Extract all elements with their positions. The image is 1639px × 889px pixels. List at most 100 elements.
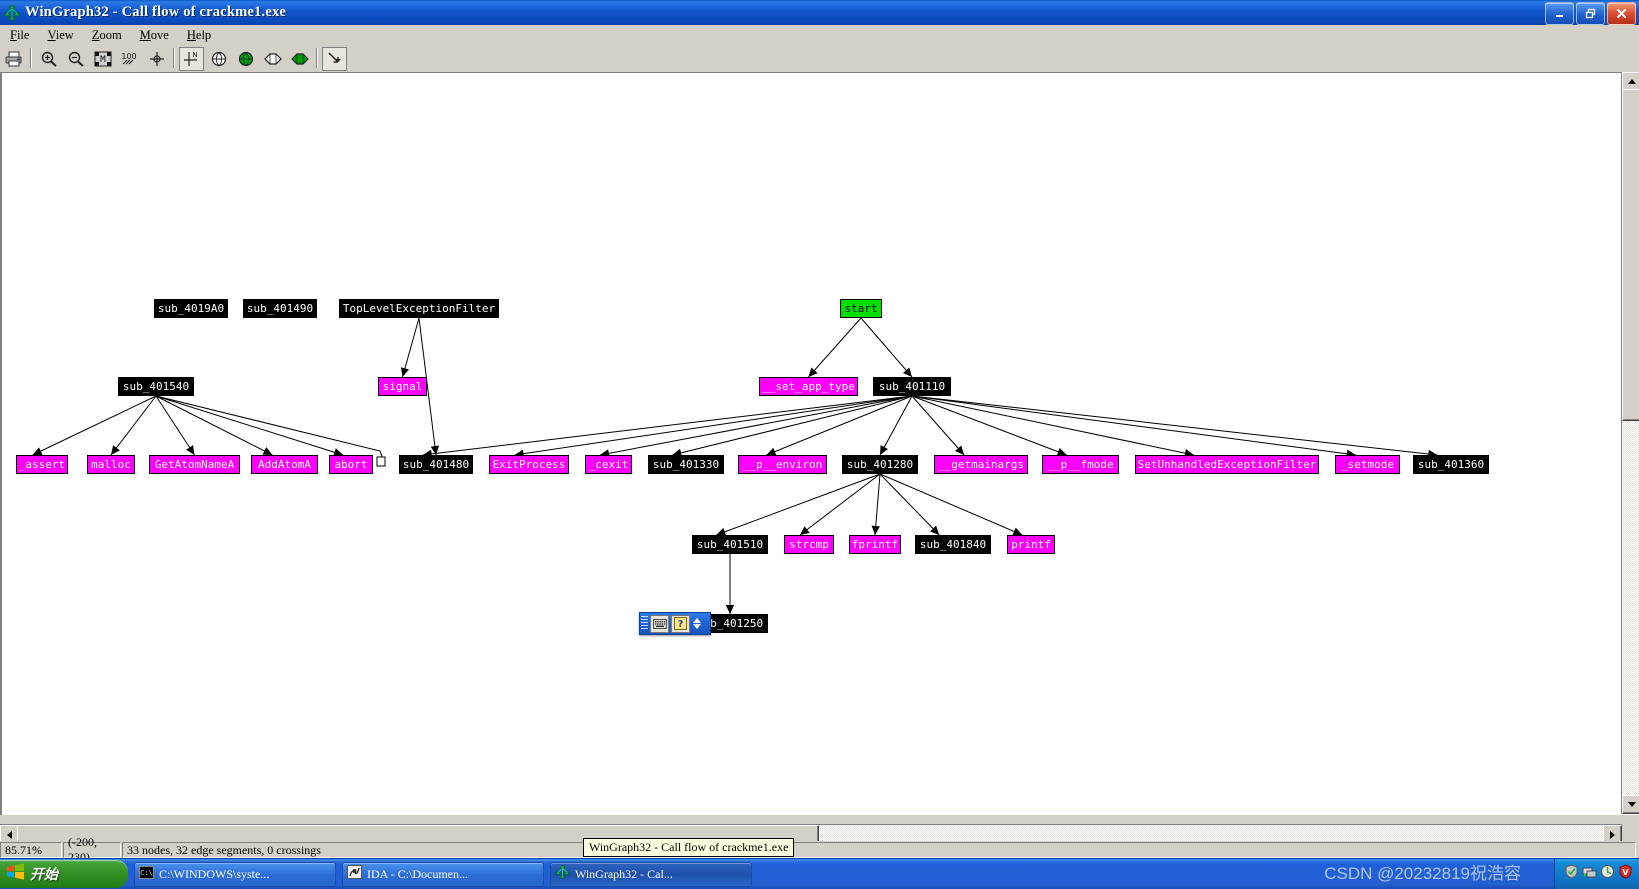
- fish-filled-icon[interactable]: [287, 46, 312, 71]
- vertical-scroll-thumb[interactable]: [1622, 89, 1639, 421]
- update-icon[interactable]: [1600, 864, 1615, 884]
- graph-node-sub_401840[interactable]: sub_401840: [915, 535, 991, 554]
- zoom-100-icon[interactable]: 100: [117, 46, 142, 71]
- graph-node-label: sub_401110: [878, 380, 946, 393]
- toolbar-separator-3: [313, 48, 321, 70]
- status-bar: 85.71% (-200, 230) 33 nodes, 32 edge seg…: [0, 835, 1639, 864]
- fish-outline-icon[interactable]: [260, 46, 285, 71]
- graph-node-label: GetAtomNameA: [154, 458, 235, 471]
- zoom-in-icon[interactable]: [36, 46, 61, 71]
- svg-text:100: 100: [121, 52, 136, 61]
- svg-text:N: N: [192, 51, 197, 59]
- graph-node-label: sub_401840: [919, 538, 987, 551]
- graph-node-_assert[interactable]: _assert: [16, 455, 68, 474]
- graph-canvas[interactable]: sub_4019A0 sub_401490 TopLevelExceptionFil…: [0, 72, 1639, 815]
- graph-node-printf[interactable]: printf: [1007, 535, 1055, 554]
- taskbar-item-wingraph32[interactable]: WinGraph32 - Cal...: [550, 861, 752, 887]
- globe-outline-icon[interactable]: [206, 46, 231, 71]
- graph-node-signal[interactable]: signal: [378, 377, 427, 396]
- antivirus-icon[interactable]: V: [1618, 864, 1633, 884]
- graph-node-sub_401330[interactable]: sub_401330: [648, 455, 724, 474]
- restore-button[interactable]: [1576, 2, 1605, 25]
- horizontal-scrollbar[interactable]: [0, 824, 1622, 844]
- graph-node-fprintf[interactable]: fprintf: [849, 535, 901, 554]
- graph-node-label: malloc: [91, 458, 131, 471]
- graph-node-abort[interactable]: abort: [329, 455, 373, 474]
- taskbar-item-label: C:\WINDOWS\syste...: [159, 866, 270, 881]
- taskbar-item-label: WinGraph32 - Cal...: [575, 866, 673, 881]
- graph-node-ExitProcess[interactable]: ExitProcess: [489, 455, 569, 474]
- graph-node-malloc[interactable]: malloc: [87, 455, 135, 474]
- graph-node-label: sub_4019A0: [157, 302, 225, 315]
- start-label: 开始: [30, 868, 58, 883]
- graph-node-label: __p__fmode: [1047, 458, 1114, 471]
- menu-file[interactable]: File: [2, 27, 37, 44]
- graph-node-SetUnhandledExceptionFilter[interactable]: SetUnhandledExceptionFilter: [1135, 455, 1319, 474]
- graph-node-sub_401280[interactable]: sub_401280: [842, 455, 918, 474]
- minimize-button[interactable]: [1545, 2, 1574, 25]
- arrow-pointer-icon[interactable]: [322, 46, 347, 71]
- svg-text:M: M: [100, 55, 106, 65]
- taskbar-item-ida[interactable]: IDA - C:\Documen...: [342, 861, 544, 887]
- help-icon[interactable]: ?: [671, 614, 690, 633]
- graph-node-sub_401480[interactable]: sub_401480: [399, 455, 473, 474]
- graph-node-label: fprintf: [851, 538, 899, 551]
- title-bar: WinGraph32 - Call flow of crackme1.exe: [0, 0, 1639, 25]
- shield-icon[interactable]: [1564, 864, 1579, 884]
- csdn-watermark: CSDN @20232819祝浩容: [1324, 864, 1521, 883]
- graph-node-GetAtomNameA[interactable]: GetAtomNameA: [149, 455, 240, 474]
- graph-node-start[interactable]: start: [840, 299, 882, 318]
- scroll-down-button[interactable]: [1622, 795, 1639, 814]
- close-button[interactable]: [1607, 2, 1636, 25]
- fit-window-icon[interactable]: M: [90, 46, 115, 71]
- center-icon[interactable]: [144, 46, 169, 71]
- start-button[interactable]: 开始: [0, 860, 128, 888]
- menu-zoom[interactable]: Zoom: [84, 27, 130, 44]
- print-icon[interactable]: [1, 46, 26, 71]
- graph-node-__p__environ[interactable]: __p__environ: [738, 455, 827, 474]
- graph-node-sub_401540[interactable]: sub_401540: [118, 377, 194, 396]
- north-icon[interactable]: N: [179, 46, 204, 71]
- graph-node-label: sub_401360: [1417, 458, 1485, 471]
- taskbar-item-label: IDA - C:\Documen...: [367, 866, 468, 881]
- graph-node-sub_401110[interactable]: sub_401110: [873, 377, 951, 396]
- globe-filled-icon[interactable]: [233, 46, 258, 71]
- graph-node-strcmp[interactable]: strcmp: [784, 535, 834, 554]
- taskbar-item-console[interactable]: C:\ C:\WINDOWS\syste...: [134, 861, 336, 887]
- graph-node-TopLevelExceptionFilter[interactable]: TopLevelExceptionFilter: [339, 299, 499, 318]
- toolbar-separator-1: [27, 48, 35, 70]
- toolbar: M 100 N: [0, 45, 1639, 73]
- langbar-spinner[interactable]: [693, 618, 701, 629]
- status-zoom: 85.71%: [0, 842, 62, 858]
- graph-node-label: _cexit: [588, 458, 629, 471]
- graph-node-sub_401360[interactable]: sub_401360: [1413, 455, 1489, 474]
- language-bar[interactable]: ?: [639, 612, 711, 635]
- toolbar-separator-2: [170, 48, 178, 70]
- graph-node-__set_app_type[interactable]: __set_app_type: [759, 377, 858, 396]
- graph-node-label: sub_401480: [402, 458, 470, 471]
- menu-move[interactable]: Move: [132, 27, 177, 44]
- zoom-out-icon[interactable]: [63, 46, 88, 71]
- graph-node-_setmode[interactable]: _setmode: [1335, 455, 1400, 474]
- graph-node-label: ExitProcess: [492, 458, 566, 471]
- graph-node-sub_401490[interactable]: sub_401490: [243, 299, 317, 318]
- keyboard-icon[interactable]: [650, 614, 669, 633]
- graph-node-__p__fmode[interactable]: __p__fmode: [1042, 455, 1119, 474]
- graph-node-sub_4019A0[interactable]: sub_4019A0: [154, 299, 228, 318]
- vertical-scrollbar[interactable]: [1621, 72, 1639, 814]
- graph-node-label: sub_401510: [696, 538, 764, 551]
- network-icon[interactable]: [1582, 864, 1597, 884]
- svg-text:C:\: C:\: [140, 869, 153, 877]
- svg-text:?: ?: [678, 619, 684, 630]
- graph-node-AddAtomA[interactable]: AddAtomA: [251, 455, 318, 474]
- graph-node-__getmainargs[interactable]: __getmainargs: [934, 455, 1028, 474]
- graph-node-sub_401510[interactable]: sub_401510: [692, 535, 768, 554]
- graph-node-label: AddAtomA: [258, 458, 311, 471]
- graph-node-label: sub_401540: [122, 380, 190, 393]
- drag-grip[interactable]: [641, 616, 648, 631]
- status-info: 33 nodes, 32 edge segments, 0 crossings: [122, 842, 1636, 858]
- graph-node-_cexit[interactable]: _cexit: [585, 455, 632, 474]
- menu-help[interactable]: Help: [179, 27, 219, 44]
- console-icon: C:\: [139, 865, 154, 883]
- menu-view[interactable]: View: [39, 27, 81, 44]
